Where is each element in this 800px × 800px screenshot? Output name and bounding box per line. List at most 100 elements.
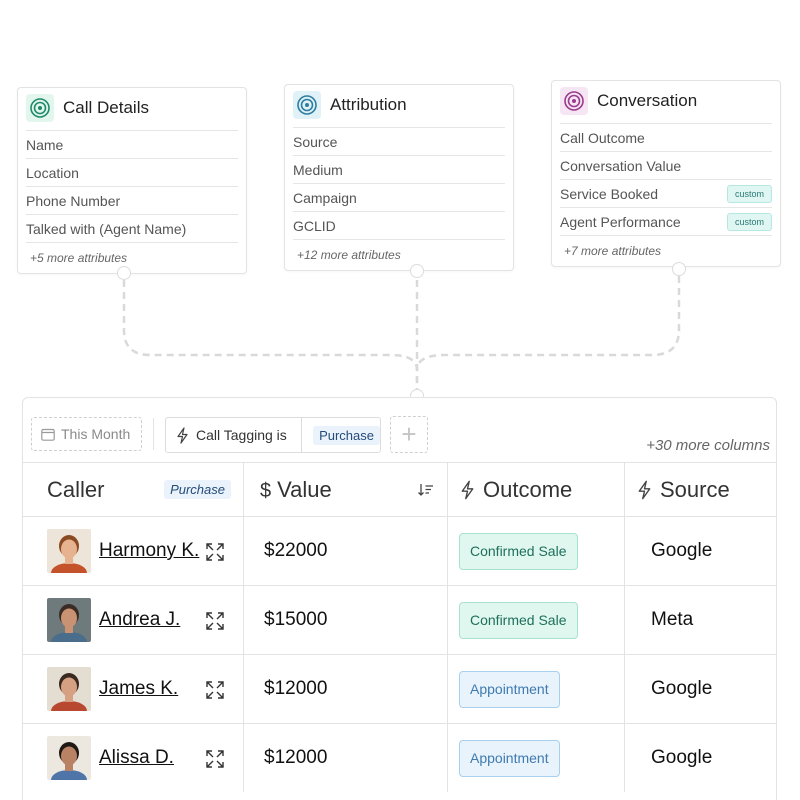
value-text: $12000 (264, 747, 328, 768)
table-header-row: Caller Purchase $ Value Outcome Source (23, 462, 776, 516)
attribute-row[interactable]: Location (26, 158, 238, 186)
attribute-label: Source (293, 133, 338, 150)
source-text: Google (651, 747, 713, 768)
attribute-label: Medium (293, 161, 343, 178)
expand-icon[interactable] (205, 680, 225, 700)
more-attributes-link[interactable]: +12 more attributes (293, 239, 505, 269)
custom-tag: custom (726, 212, 772, 231)
target-icon (560, 87, 588, 115)
caller-cell: Andrea J. (23, 586, 244, 654)
expand-icon[interactable] (205, 749, 225, 769)
dollar-icon: $ (260, 479, 272, 502)
table-row[interactable]: Alissa D. $12000 Appointment Google (23, 723, 776, 792)
avatar (47, 667, 91, 711)
attribute-label: Talked with (Agent Name) (26, 220, 187, 237)
outcome-cell: Appointment (448, 724, 625, 792)
card-header: Call Details (18, 88, 246, 128)
calendar-icon (41, 428, 55, 441)
column-header-outcome[interactable]: Outcome (448, 463, 625, 516)
toolbar-divider (153, 418, 154, 450)
custom-tag: custom (726, 184, 772, 203)
avatar (47, 598, 91, 642)
caller-name-link[interactable]: Alissa D. (99, 747, 174, 769)
filter-value-pill[interactable]: Purchase (313, 425, 380, 445)
card-title: Attribution (330, 95, 407, 114)
attribute-label: GCLID (293, 217, 336, 234)
connector-node (410, 264, 424, 278)
more-attributes-link[interactable]: +7 more attributes (560, 235, 772, 265)
caller-cell: Alissa D. (23, 724, 244, 792)
attribute-row[interactable]: Medium (293, 155, 505, 183)
attribute-row[interactable]: Conversation Value (560, 151, 772, 179)
attribute-label: Phone Number (26, 192, 121, 209)
value-cell: $12000 (244, 655, 448, 723)
attribute-label: Call Outcome (560, 129, 645, 146)
source-cell: Meta (625, 586, 776, 654)
attribute-row[interactable]: Call Outcome (560, 123, 772, 151)
table-row[interactable]: Andrea J. $15000 Confirmed Sale Meta (23, 585, 776, 654)
source-cell: Google (625, 517, 776, 585)
date-filter-button[interactable]: This Month (31, 417, 142, 451)
attribute-row[interactable]: Phone Number (26, 186, 238, 214)
source-cell: Google (625, 655, 776, 723)
caller-name-link[interactable]: James K. (99, 678, 178, 700)
header-label: Source (660, 476, 730, 502)
source-cell: Google (625, 724, 776, 792)
avatar (47, 736, 91, 780)
value-text: $22000 (264, 540, 328, 561)
header-label: Value (277, 476, 332, 502)
value-cell: $22000 (244, 517, 448, 585)
attribute-row[interactable]: Talked with (Agent Name) (26, 214, 238, 242)
table-row[interactable]: Harmony K. $22000 Confirmed Sale Google (23, 516, 776, 585)
source-text: Google (651, 678, 713, 699)
attribute-row[interactable]: Name (26, 130, 238, 158)
attribute-row[interactable]: Agent Performance custom (560, 207, 772, 235)
table-grid: Caller Purchase $ Value Outcome Source H… (23, 462, 776, 792)
outcome-badge[interactable]: Confirmed Sale (459, 532, 578, 570)
value-cell: $12000 (244, 724, 448, 792)
bolt-icon (638, 480, 651, 499)
caller-tag-pill: Purchase (164, 480, 231, 499)
caller-cell: James K. (23, 655, 244, 723)
value-text: $12000 (264, 678, 328, 699)
outcome-badge[interactable]: Confirmed Sale (459, 601, 578, 639)
attribution-card: Attribution Source Medium Campaign GCLID… (284, 84, 514, 271)
call-tagging-filter[interactable]: Call Tagging is Purchase (165, 417, 381, 453)
attribute-label: Name (26, 136, 64, 153)
outcome-badge[interactable]: Appointment (459, 670, 560, 708)
caller-name-link[interactable]: Harmony K. (99, 540, 199, 562)
column-header-caller[interactable]: Caller Purchase (23, 463, 244, 516)
add-filter-button[interactable]: + (390, 416, 428, 453)
outcome-badge[interactable]: Appointment (459, 739, 560, 777)
attribute-row[interactable]: GCLID (293, 211, 505, 239)
attribute-label: Agent Performance (560, 213, 681, 230)
value-text: $15000 (264, 609, 328, 630)
target-icon (293, 91, 321, 119)
header-label: Caller (47, 476, 105, 502)
card-header: Conversation (552, 81, 780, 121)
source-text: Meta (651, 609, 694, 630)
attribute-row[interactable]: Service Booked custom (560, 179, 772, 207)
column-header-value[interactable]: $ Value (244, 463, 448, 516)
header-label: Outcome (483, 476, 573, 502)
avatar (47, 529, 91, 573)
expand-icon[interactable] (205, 542, 225, 562)
attribute-label: Conversation Value (560, 157, 682, 174)
attribute-label: Service Booked (560, 185, 659, 202)
outcome-cell: Confirmed Sale (448, 517, 625, 585)
more-attributes-link[interactable]: +5 more attributes (26, 242, 238, 272)
filter-label: Call Tagging is (196, 427, 287, 443)
caller-name-link[interactable]: Andrea J. (99, 609, 180, 631)
attribute-row[interactable]: Campaign (293, 183, 505, 211)
table-row[interactable]: James K. $12000 Appointment Google (23, 654, 776, 723)
expand-icon[interactable] (205, 611, 225, 631)
attribute-row[interactable]: Source (293, 127, 505, 155)
outcome-cell: Appointment (448, 655, 625, 723)
call-details-card: Call Details Name Location Phone Number … (17, 87, 247, 274)
more-columns-link[interactable]: +30 more columns (646, 437, 770, 454)
date-filter-label: This Month (61, 426, 131, 442)
column-header-source[interactable]: Source (625, 463, 776, 516)
sort-descending-icon[interactable] (417, 482, 435, 498)
table-toolbar: This Month Call Tagging is Purchase + +3… (23, 398, 776, 462)
attribute-label: Location (26, 164, 79, 181)
